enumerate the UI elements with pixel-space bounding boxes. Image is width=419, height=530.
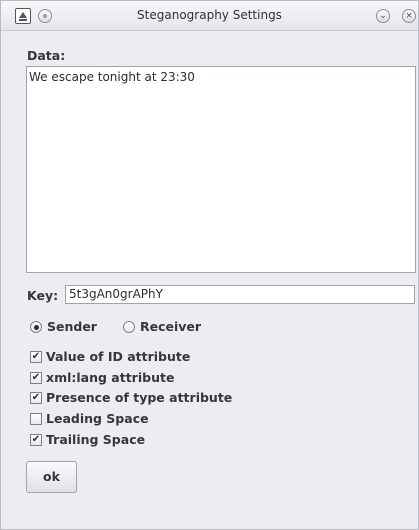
data-label: Data: xyxy=(27,48,66,63)
steganography-settings-window: Steganography Settings ⌄ × Data: We esca… xyxy=(0,0,419,530)
leading-space-checkbox[interactable] xyxy=(30,413,42,425)
type-attribute-checkbox[interactable]: ✔ xyxy=(30,392,42,404)
id-attribute-label[interactable]: Value of ID attribute xyxy=(46,349,190,364)
trailing-space-label[interactable]: Trailing Space xyxy=(46,432,145,447)
xml-lang-checkbox[interactable]: ✔ xyxy=(30,372,42,384)
type-attribute-label[interactable]: Presence of type attribute xyxy=(46,390,232,405)
close-icon[interactable]: × xyxy=(402,9,416,23)
xml-lang-label[interactable]: xml:lang attribute xyxy=(46,370,174,385)
trailing-space-checkbox[interactable]: ✔ xyxy=(30,434,42,446)
leading-space-label[interactable]: Leading Space xyxy=(46,411,149,426)
receiver-radio[interactable] xyxy=(123,321,135,333)
ok-button[interactable]: ok xyxy=(26,461,77,493)
key-input[interactable]: 5t3gAn0grAPhY xyxy=(65,285,415,304)
data-textarea[interactable]: We escape tonight at 23:30 xyxy=(26,66,416,273)
sender-radio[interactable] xyxy=(30,321,42,333)
sender-radio-label[interactable]: Sender xyxy=(47,319,97,334)
key-label: Key: xyxy=(27,288,59,303)
chevron-down-icon[interactable]: ⌄ xyxy=(376,9,390,23)
title-bar[interactable]: Steganography Settings ⌄ × xyxy=(1,1,418,31)
receiver-radio-label[interactable]: Receiver xyxy=(140,319,201,334)
id-attribute-checkbox[interactable]: ✔ xyxy=(30,351,42,363)
window-title: Steganography Settings xyxy=(137,8,282,22)
